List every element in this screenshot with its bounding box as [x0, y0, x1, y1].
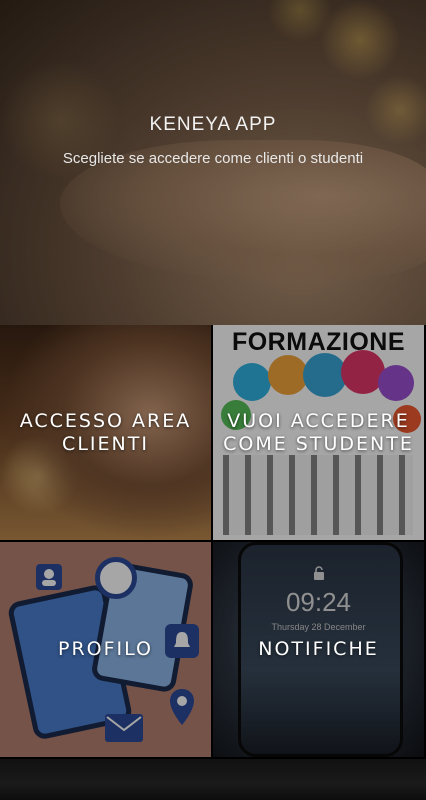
profilo-tile[interactable]: PROFILO	[0, 542, 211, 757]
notifiche-tile[interactable]: 09:24 Thursday 28 December NOTIFICHE	[213, 542, 424, 757]
app-title: KENEYA APP	[149, 114, 277, 135]
notifiche-label: NOTIFICHE	[258, 638, 379, 660]
profilo-label: PROFILO	[57, 638, 153, 660]
clienti-label: ACCESSO AREA CLIENTI	[19, 409, 192, 455]
app-subtitle: Scegliete se accedere come clienti o stu…	[62, 150, 364, 167]
studente-label: VUOI ACCEDERE COME STUDENTE	[223, 409, 414, 455]
clienti-tile[interactable]: ACCESSO AREA CLIENTI	[0, 325, 211, 540]
menu-grid: ACCESSO AREA CLIENTI FORMAZIONE VUOI ACC…	[0, 325, 426, 759]
header-banner: KENEYA APP Scegliete se accedere come cl…	[0, 0, 426, 325]
bottom-bar	[0, 759, 426, 800]
studente-tile[interactable]: FORMAZIONE VUOI ACCEDERE COME STUDENTE	[213, 325, 424, 540]
